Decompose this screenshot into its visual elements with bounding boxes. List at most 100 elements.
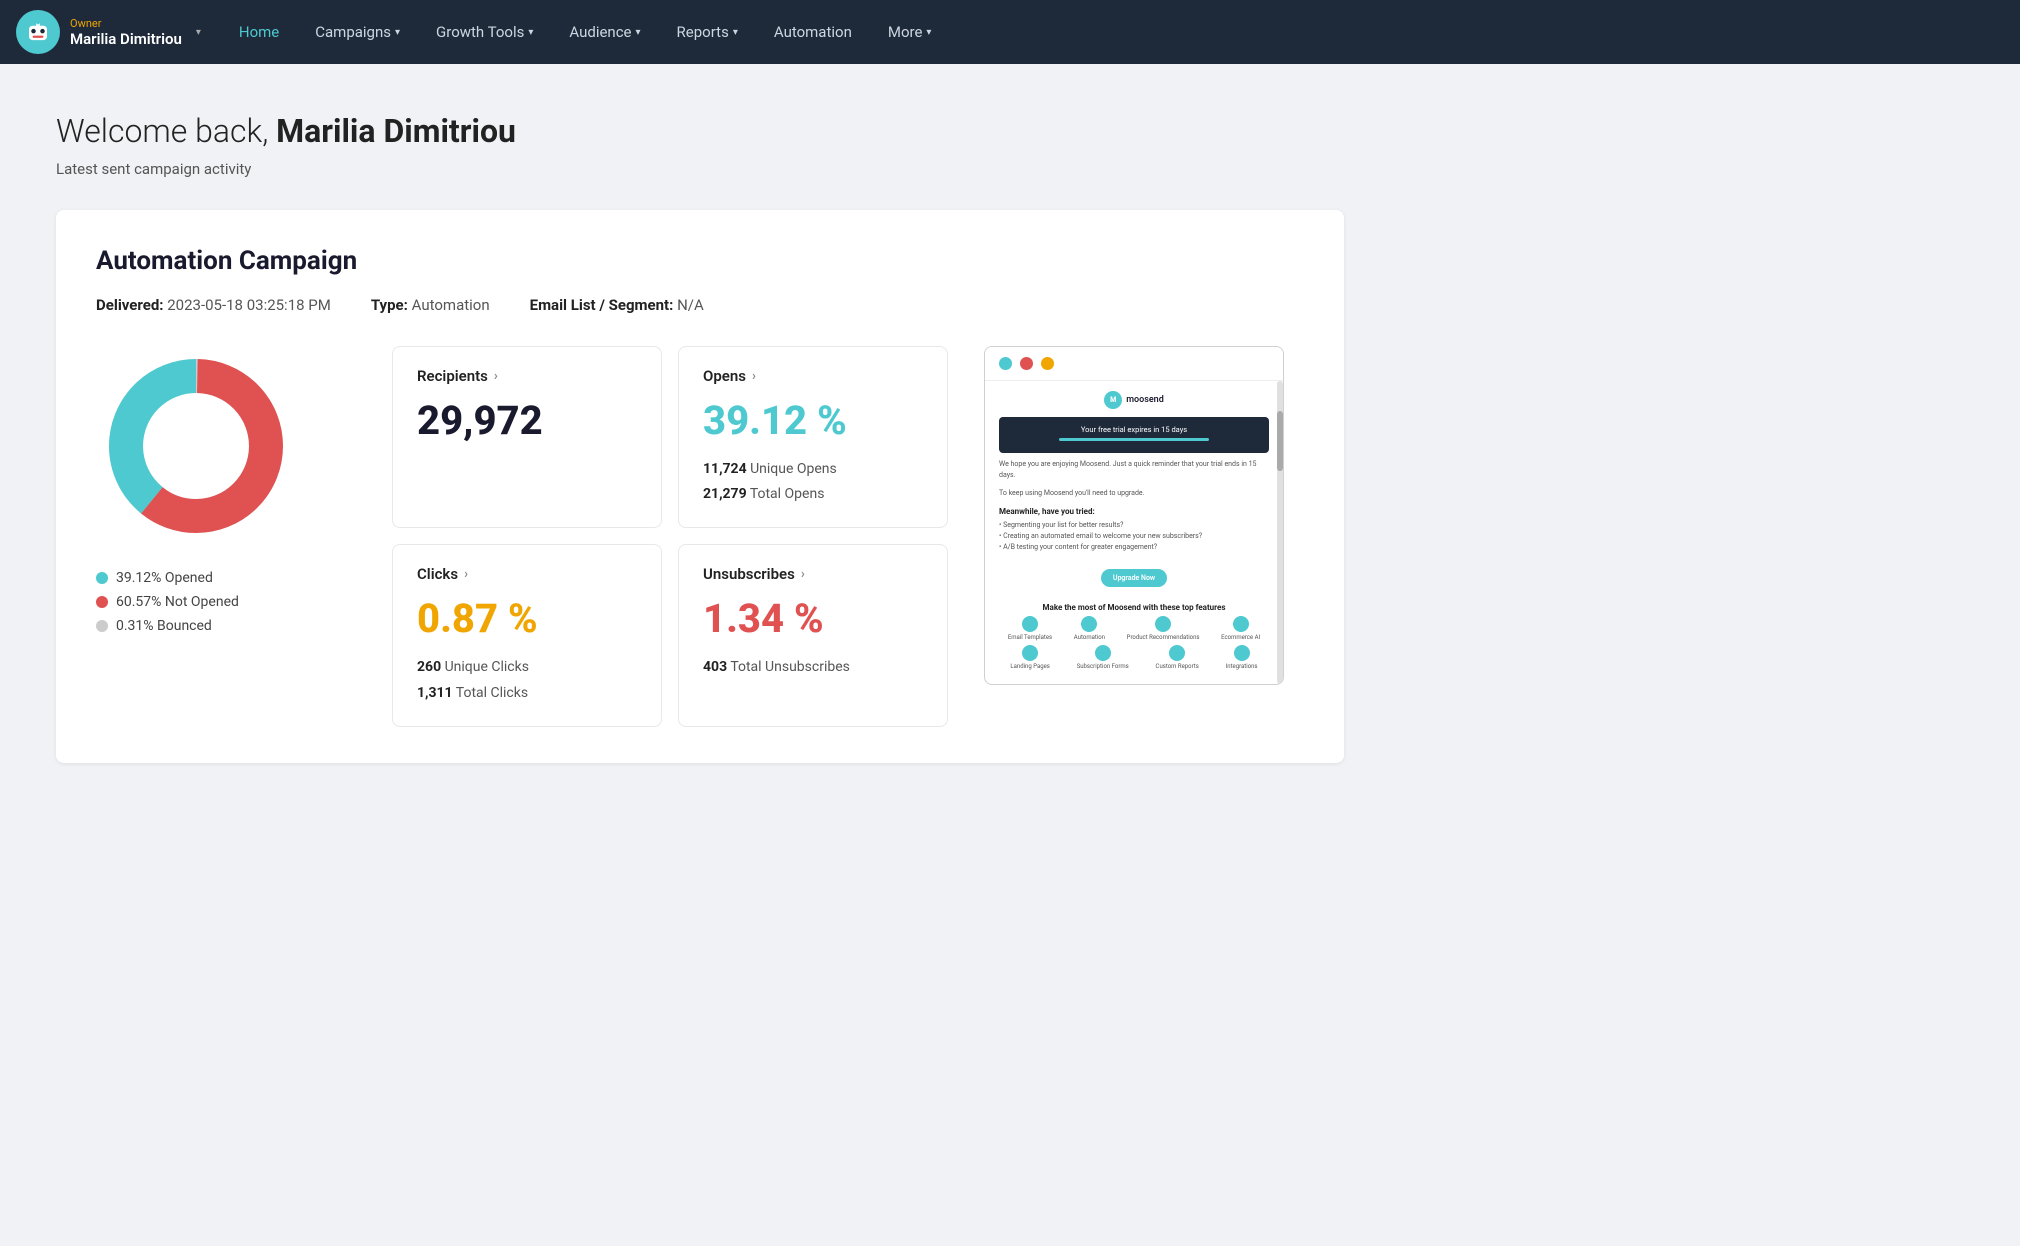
mini-meanwhile-title: Meanwhile, have you tried: xyxy=(999,507,1269,516)
growth-tools-dropdown-icon: ▾ xyxy=(528,27,533,38)
nav-item-growth-tools[interactable]: Growth Tools ▾ xyxy=(418,0,551,64)
recipients-header[interactable]: Recipients › xyxy=(417,367,637,385)
navbar: Owner Marilia Dimitriou ▾ Home Campaigns… xyxy=(0,0,2020,64)
metric-unsubscribes: Unsubscribes › 1.34 % 403 Total Unsubscr… xyxy=(678,544,948,726)
mini-body-upgrade: To keep using Moosend you'll need to upg… xyxy=(999,488,1269,499)
unsubscribes-arrow-icon: › xyxy=(801,567,805,582)
mini-bullet-2: • Creating an automated email to welcome… xyxy=(999,531,1269,542)
mini-bullet-1: • Segmenting your list for better result… xyxy=(999,520,1269,531)
recipients-value: 29,972 xyxy=(417,401,637,441)
delivered-meta: Delivered: 2023-05-18 03:25:18 PM xyxy=(96,296,331,314)
chart-legend: 39.12% Opened 60.57% Not Opened 0.31% Bo… xyxy=(96,570,239,634)
moosend-logo-icon: M xyxy=(1104,391,1122,409)
titlebar-dot-red xyxy=(1020,357,1033,370)
metrics-grid: Recipients › 29,972 Opens › 39.12 % 11,7… xyxy=(376,346,964,727)
custom-reports-icon xyxy=(1169,645,1185,661)
donut-section: 39.12% Opened 60.57% Not Opened 0.31% Bo… xyxy=(96,346,376,634)
nav-items: Home Campaigns ▾ Growth Tools ▾ Audience… xyxy=(221,0,2004,64)
mini-icon-subscription: Subscription Forms xyxy=(1077,645,1129,670)
audience-dropdown-icon: ▾ xyxy=(636,27,641,38)
opens-header[interactable]: Opens › xyxy=(703,367,923,385)
nav-item-audience[interactable]: Audience ▾ xyxy=(551,0,658,64)
main-content: Welcome back, Marilia Dimitriou Latest s… xyxy=(0,64,1400,811)
email-list-meta: Email List / Segment: N/A xyxy=(530,296,704,314)
mini-icon-landing: Landing Pages xyxy=(1010,645,1050,670)
campaign-card: Automation Campaign Delivered: 2023-05-1… xyxy=(56,210,1344,763)
mini-features-title: Make the most of Moosend with these top … xyxy=(999,603,1269,612)
more-dropdown-icon: ▾ xyxy=(926,27,931,38)
nav-item-more[interactable]: More ▾ xyxy=(870,0,950,64)
opens-value: 39.12 % xyxy=(703,401,923,441)
legend-dot-bounced xyxy=(96,620,108,632)
landing-pages-icon xyxy=(1022,645,1038,661)
mini-banner: Your free trial expires in 15 days xyxy=(999,417,1269,453)
titlebar-dot-gold xyxy=(1041,357,1054,370)
ecommerce-icon xyxy=(1233,616,1249,632)
clicks-header[interactable]: Clicks › xyxy=(417,565,637,583)
email-templates-icon xyxy=(1022,616,1038,632)
mini-icon-email-templates: Email Templates xyxy=(1008,616,1052,641)
mini-cta-button[interactable]: Upgrade Now xyxy=(1101,569,1167,587)
nav-item-automation[interactable]: Automation xyxy=(756,0,870,64)
mini-bullet-3: • A/B testing your content for greater e… xyxy=(999,542,1269,553)
automation-icon xyxy=(1081,616,1097,632)
clicks-value: 0.87 % xyxy=(417,599,637,639)
product-rec-icon xyxy=(1155,616,1171,632)
opens-arrow-icon: › xyxy=(752,369,756,384)
brand-dropdown-icon: ▾ xyxy=(196,27,201,38)
integrations-icon xyxy=(1234,645,1250,661)
frame-scroll-inner: M moosend Your free trial expires in 15 … xyxy=(985,381,1283,684)
brand-logo[interactable]: Owner Marilia Dimitriou ▾ xyxy=(16,10,201,54)
campaign-meta: Delivered: 2023-05-18 03:25:18 PM Type: … xyxy=(96,296,1304,314)
brand-owner-label: Owner xyxy=(70,17,182,30)
welcome-title: Welcome back, Marilia Dimitriou xyxy=(56,112,1344,150)
nav-item-home[interactable]: Home xyxy=(221,0,297,64)
recipients-arrow-icon: › xyxy=(494,369,498,384)
scrollbar[interactable] xyxy=(1277,381,1283,684)
unsubscribes-value: 1.34 % xyxy=(703,599,923,639)
brand-info: Owner Marilia Dimitriou xyxy=(70,17,182,48)
brand-user-name: Marilia Dimitriou xyxy=(70,30,182,48)
titlebar-dot-teal xyxy=(999,357,1012,370)
donut-chart xyxy=(96,346,296,546)
legend-bounced: 0.31% Bounced xyxy=(96,618,239,634)
legend-opened: 39.12% Opened xyxy=(96,570,239,586)
mini-body-intro: We hope you are enjoying Moosend. Just a… xyxy=(999,459,1269,480)
stats-grid: 39.12% Opened 60.57% Not Opened 0.31% Bo… xyxy=(96,346,1304,727)
type-meta: Type: Automation xyxy=(371,296,490,314)
email-preview-frame: M moosend Your free trial expires in 15 … xyxy=(984,346,1284,685)
mini-email-content: M moosend Your free trial expires in 15 … xyxy=(985,381,1283,684)
welcome-subtitle: Latest sent campaign activity xyxy=(56,160,1344,178)
legend-not-opened: 60.57% Not Opened xyxy=(96,594,239,610)
subscription-forms-icon xyxy=(1095,645,1111,661)
mini-features-row-1: Email Templates Automation Product Recom… xyxy=(999,616,1269,641)
mini-email-header: M moosend xyxy=(999,391,1269,409)
unsubscribes-sub: 403 Total Unsubscribes xyxy=(703,655,923,680)
metric-opens: Opens › 39.12 % 11,724 Unique Opens 21,2… xyxy=(678,346,948,528)
mini-icon-ecommerce: Ecommerce AI xyxy=(1221,616,1260,641)
legend-dot-opened xyxy=(96,572,108,584)
clicks-sub: 260 Unique Clicks 1,311 Total Clicks xyxy=(417,655,637,705)
mini-icon-integrations: Integrations xyxy=(1226,645,1258,670)
brand-avatar xyxy=(16,10,60,54)
legend-dot-not-opened xyxy=(96,596,108,608)
mini-features-row-2: Landing Pages Subscription Forms Custom … xyxy=(999,645,1269,670)
nav-item-campaigns[interactable]: Campaigns ▾ xyxy=(297,0,418,64)
campaign-title: Automation Campaign xyxy=(96,246,1304,276)
nav-item-reports[interactable]: Reports ▾ xyxy=(659,0,756,64)
mini-progress-bar xyxy=(1059,438,1209,441)
mini-icon-automation: Automation xyxy=(1074,616,1105,641)
scrollbar-thumb xyxy=(1277,411,1283,471)
frame-titlebar xyxy=(985,347,1283,381)
campaigns-dropdown-icon: ▾ xyxy=(395,27,400,38)
mini-icon-custom-reports: Custom Reports xyxy=(1156,645,1199,670)
frame-scroll[interactable]: M moosend Your free trial expires in 15 … xyxy=(985,381,1283,684)
reports-dropdown-icon: ▾ xyxy=(733,27,738,38)
clicks-arrow-icon: › xyxy=(464,567,468,582)
opens-sub: 11,724 Unique Opens 21,279 Total Opens xyxy=(703,457,923,507)
mini-bullets: • Segmenting your list for better result… xyxy=(999,520,1269,554)
unsubscribes-header[interactable]: Unsubscribes › xyxy=(703,565,923,583)
mini-icon-product-rec: Product Recommendations xyxy=(1127,616,1200,641)
metric-clicks: Clicks › 0.87 % 260 Unique Clicks 1,311 … xyxy=(392,544,662,726)
email-preview-section: M moosend Your free trial expires in 15 … xyxy=(964,346,1304,685)
